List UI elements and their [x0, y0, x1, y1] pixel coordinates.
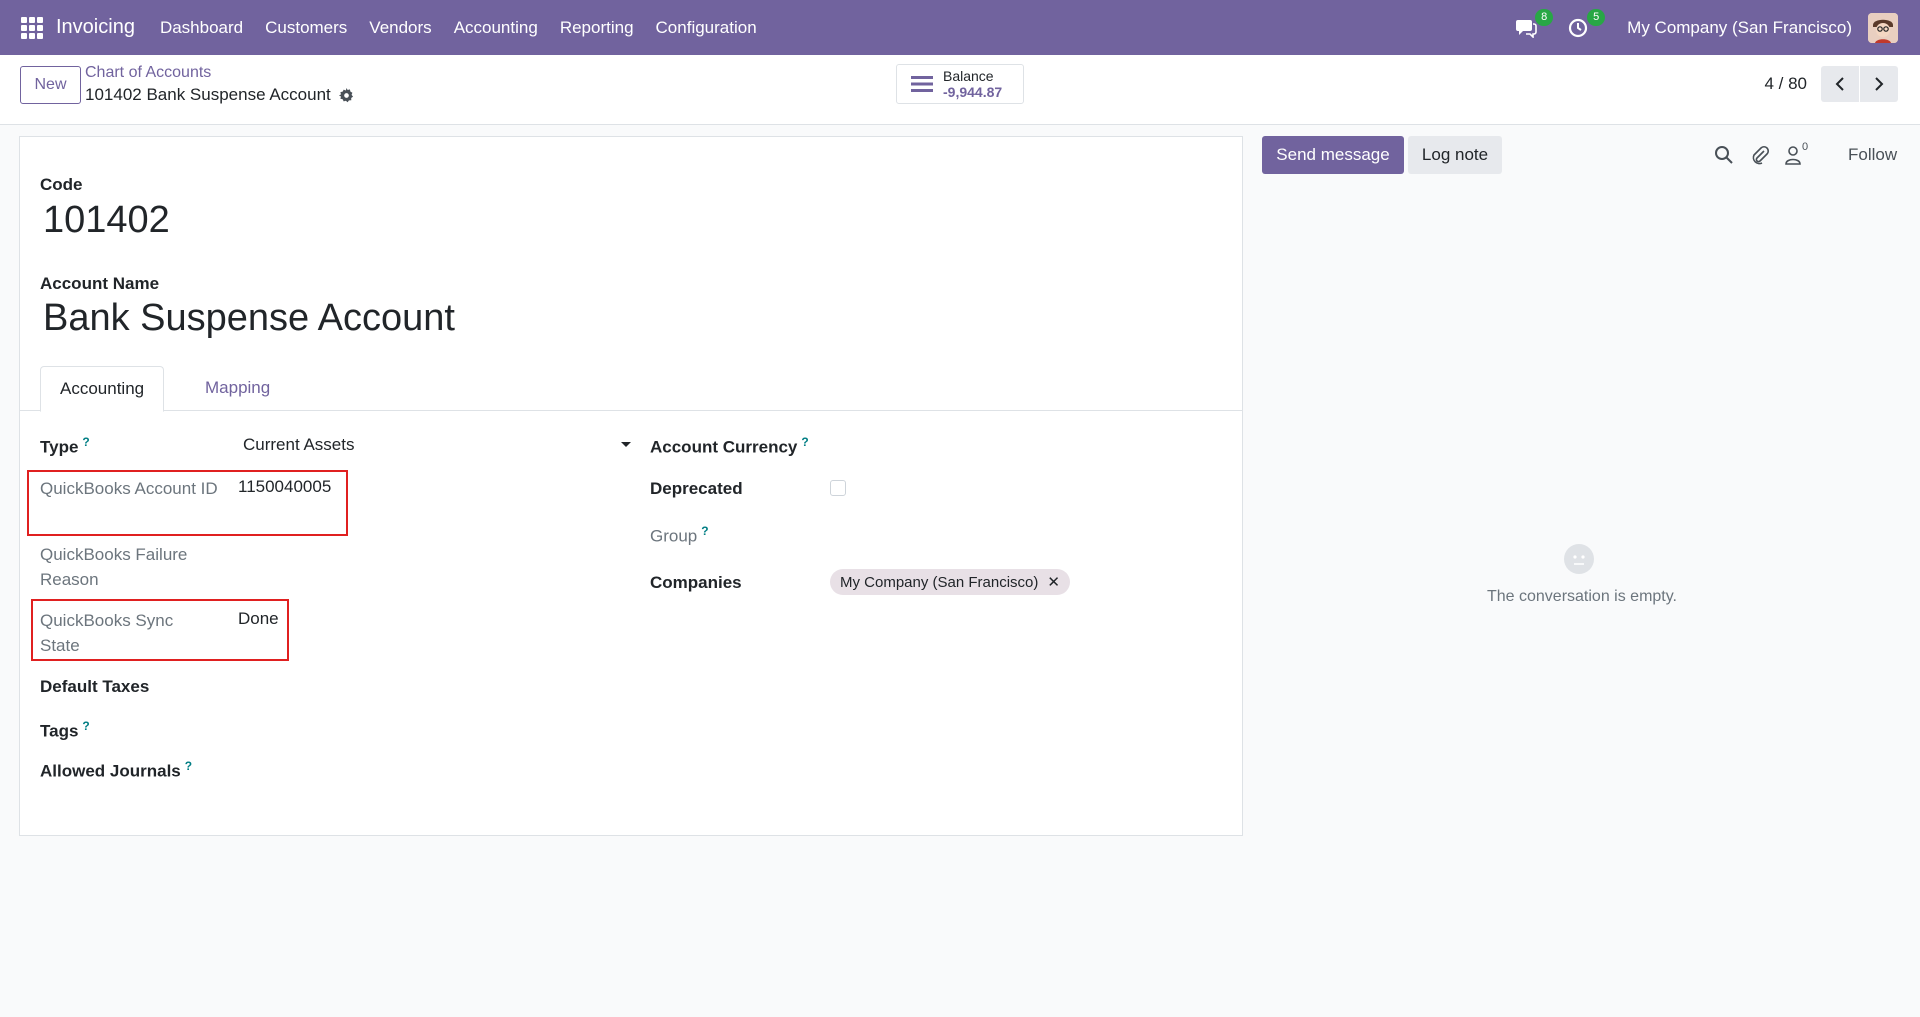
tab-accounting[interactable]: Accounting	[40, 366, 165, 412]
menu-configuration[interactable]: Configuration	[656, 18, 757, 38]
companies-label: Companies	[650, 570, 742, 595]
deprecated-checkbox[interactable]	[830, 480, 846, 496]
type-value: Current Assets	[243, 434, 355, 454]
type-select[interactable]: Current Assets	[243, 430, 633, 460]
chat-icon	[1516, 19, 1537, 38]
pager-previous-button[interactable]	[1821, 66, 1859, 102]
deprecated-label-text: Deprecated	[650, 479, 743, 498]
journals-help-icon[interactable]: ?	[185, 759, 192, 773]
qb-sync-state-label-text: QuickBooks Sync State	[40, 611, 174, 655]
tags-help-icon[interactable]: ?	[82, 719, 89, 733]
account-currency-label-text: Account Currency	[650, 437, 798, 457]
balance-value: -9,944.87	[943, 84, 1003, 100]
qb-account-id-label-text: QuickBooks Account ID	[40, 479, 218, 498]
followers-count: 0	[1802, 141, 1809, 153]
chevron-left-icon	[1835, 77, 1844, 91]
list-bars-icon	[911, 75, 933, 93]
activities-badge: 5	[1587, 8, 1606, 26]
form-sheet: Code 101402 Account Name Bank Suspense A…	[19, 136, 1243, 836]
search-icon[interactable]	[1714, 145, 1734, 165]
account-name-label: Account Name	[40, 274, 160, 293]
activities-systray[interactable]: 5	[1565, 8, 1606, 41]
pager: 4 / 80	[1764, 66, 1898, 102]
systray: 8 5 My Company (San Francisco)	[1513, 0, 1920, 55]
balance-label: Balance	[943, 68, 994, 84]
currency-help-icon[interactable]: ?	[801, 435, 808, 449]
log-note-button[interactable]: Log note	[1408, 136, 1502, 174]
tags-label: Tags?	[40, 714, 90, 744]
company-tag-label: My Company (San Francisco)	[840, 573, 1039, 591]
company-switcher[interactable]: My Company (San Francisco)	[1627, 18, 1852, 38]
company-tag: My Company (San Francisco) ✕	[830, 569, 1070, 595]
companies-label-text: Companies	[650, 573, 742, 592]
menu-customers[interactable]: Customers	[265, 18, 347, 38]
messages-systray[interactable]: 8	[1513, 8, 1554, 41]
qb-failure-reason-label-text: QuickBooks Failure Reason	[40, 545, 188, 589]
tab-mapping[interactable]: Mapping	[186, 366, 289, 411]
follow-button[interactable]: Follow	[1848, 145, 1897, 165]
user-avatar[interactable]	[1868, 12, 1898, 43]
type-label: Type?	[40, 430, 90, 460]
qb-failure-reason-label: QuickBooks Failure Reason	[40, 542, 220, 592]
conversation-empty-text: The conversation is empty.	[1486, 588, 1677, 605]
account-currency-label: Account Currency?	[650, 430, 809, 460]
remove-tag-icon[interactable]: ✕	[1047, 573, 1060, 591]
apps-menu-icon[interactable]	[21, 16, 43, 39]
menu-vendors[interactable]: Vendors	[369, 18, 431, 38]
account-name-field[interactable]: Bank Suspense Account	[43, 297, 455, 340]
caret-down-icon	[621, 442, 631, 447]
chatter-panel: Send message Log note 0 Follow The conve…	[1262, 136, 1902, 836]
code-label: Code	[40, 175, 83, 194]
control-panel: New Chart of Accounts 101402 Bank Suspen…	[0, 55, 1920, 125]
chevron-right-icon	[1875, 77, 1884, 91]
group-help-icon[interactable]: ?	[701, 524, 708, 538]
qb-account-id-value[interactable]: 1150040005	[238, 477, 331, 497]
allowed-journals-label: Allowed Journals?	[40, 754, 192, 784]
user-avatar-icon	[1868, 12, 1898, 43]
breadcrumb-current-label: 101402 Bank Suspense Account	[85, 85, 331, 104]
app-name[interactable]: Invoicing	[56, 16, 135, 39]
menu-dashboard[interactable]: Dashboard	[160, 18, 243, 38]
clock-icon	[1569, 18, 1588, 37]
deprecated-label: Deprecated	[650, 476, 743, 501]
pager-value[interactable]: 4 / 80	[1764, 74, 1807, 94]
group-label-text: Group	[650, 526, 698, 546]
qb-sync-state-value[interactable]: Done	[238, 609, 279, 629]
followers-button[interactable]: 0	[1784, 141, 1808, 165]
menu-accounting[interactable]: Accounting	[454, 18, 538, 38]
breadcrumb-chart-of-accounts[interactable]: Chart of Accounts	[85, 64, 211, 82]
default-taxes-label: Default Taxes	[40, 674, 149, 699]
allowed-journals-label-text: Allowed Journals	[40, 761, 181, 781]
send-message-button[interactable]: Send message	[1262, 136, 1404, 174]
user-icon	[1785, 146, 1801, 165]
qb-sync-state-label: QuickBooks Sync State	[40, 608, 200, 658]
paperclip-icon[interactable]	[1750, 145, 1770, 165]
tags-label-text: Tags	[40, 721, 79, 741]
type-help-icon[interactable]: ?	[82, 435, 89, 449]
menu-reporting[interactable]: Reporting	[560, 18, 634, 38]
notebook-tabs: Accounting Mapping	[20, 366, 1242, 412]
type-label-text: Type	[40, 437, 79, 457]
pager-next-button[interactable]	[1860, 66, 1898, 102]
empty-face-icon	[1564, 544, 1594, 574]
qb-account-id-label: QuickBooks Account ID	[40, 476, 220, 501]
breadcrumb-current: 101402 Bank Suspense Account	[85, 85, 354, 105]
balance-smart-button[interactable]: Balance -9,944.87	[896, 64, 1024, 104]
top-navbar: Invoicing Dashboard Customers Vendors Ac…	[0, 0, 1920, 55]
messages-badge: 8	[1535, 8, 1554, 26]
code-field[interactable]: 101402	[43, 199, 170, 242]
group-label: Group?	[650, 519, 709, 549]
gear-icon[interactable]	[338, 87, 354, 103]
default-taxes-label-text: Default Taxes	[40, 677, 150, 696]
new-button[interactable]: New	[20, 66, 81, 104]
balance-text: Balance -9,944.87	[943, 68, 1002, 100]
